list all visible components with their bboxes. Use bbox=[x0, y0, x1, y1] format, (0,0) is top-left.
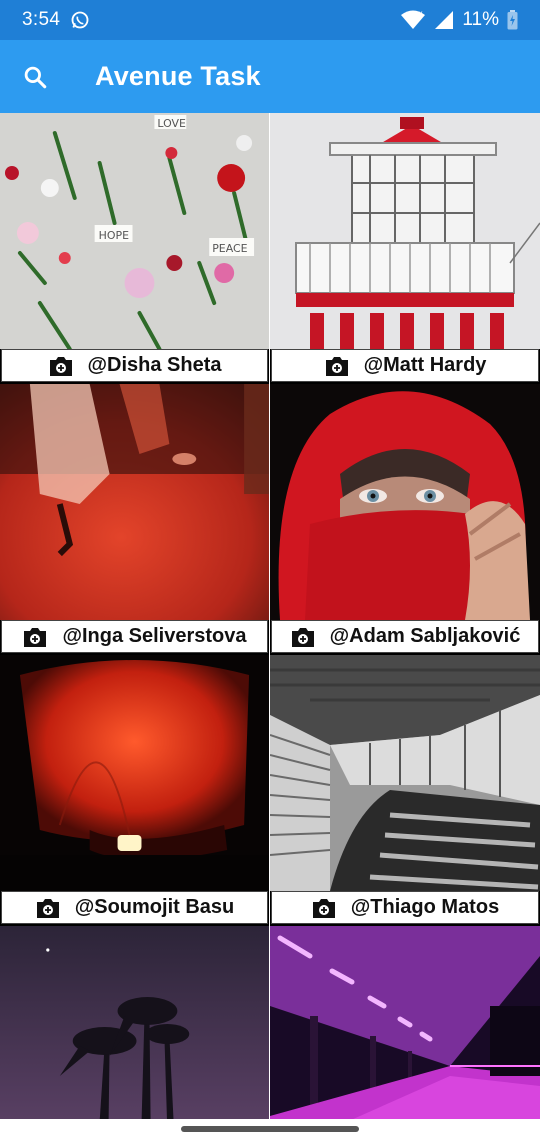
note-hope: HOPE bbox=[99, 229, 129, 242]
whatsapp-icon bbox=[71, 11, 89, 29]
photo-grid[interactable]: LOVE HOPE PEACE @Disha Sheta @Matt Hardy… bbox=[0, 113, 540, 1119]
photo-author: @Matt Hardy bbox=[363, 354, 487, 376]
status-bar: 3:54 x 11% bbox=[0, 0, 540, 40]
photo-author: @Soumojit Basu bbox=[74, 896, 235, 918]
search-icon bbox=[24, 66, 47, 88]
search-button[interactable] bbox=[0, 40, 70, 113]
photo-sky-lantern[interactable] bbox=[0, 655, 269, 891]
photo-caption: @Disha Sheta bbox=[1, 349, 268, 382]
photo-lighthouse[interactable] bbox=[270, 113, 540, 349]
svg-text:x: x bbox=[418, 10, 423, 18]
camera-icon bbox=[325, 356, 348, 376]
photo-caption: @Inga Seliverstova bbox=[1, 620, 268, 653]
photo-card[interactable]: @Thiago Matos bbox=[270, 655, 540, 926]
wifi-icon: x bbox=[401, 10, 426, 29]
photo-author: @Adam Sabljaković bbox=[329, 625, 521, 647]
note-love: LOVE bbox=[157, 117, 186, 130]
photo-caption: @Soumojit Basu bbox=[1, 891, 268, 924]
camera-icon bbox=[36, 898, 59, 918]
app-bar: Avenue Task bbox=[0, 40, 540, 113]
home-gesture-handle[interactable] bbox=[181, 1126, 359, 1132]
signal-icon bbox=[435, 11, 454, 29]
photo-red-scarf[interactable] bbox=[270, 384, 540, 620]
battery-icon bbox=[507, 10, 518, 30]
photo-card[interactable]: LOVE HOPE PEACE @Disha Sheta bbox=[0, 113, 270, 384]
photo-card[interactable]: @Matt Hardy bbox=[270, 113, 540, 384]
status-icons: x 11% bbox=[400, 9, 518, 31]
photo-caption: @Thiago Matos bbox=[271, 891, 539, 924]
camera-icon bbox=[291, 627, 314, 647]
app-title: Avenue Task bbox=[95, 61, 261, 91]
photo-card[interactable] bbox=[0, 926, 270, 1119]
photo-flowers[interactable]: LOVE HOPE PEACE bbox=[0, 113, 269, 349]
photo-red-dancer[interactable] bbox=[0, 384, 269, 620]
note-peace: PEACE bbox=[212, 242, 247, 255]
photo-card[interactable]: @Adam Sabljaković bbox=[270, 384, 540, 655]
photo-card[interactable] bbox=[270, 926, 540, 1119]
photo-author: @Disha Sheta bbox=[87, 354, 222, 376]
camera-icon bbox=[312, 898, 335, 918]
photo-card[interactable]: @Soumojit Basu bbox=[0, 655, 270, 926]
photo-caption: @Adam Sabljaković bbox=[271, 620, 539, 653]
camera-icon bbox=[24, 627, 47, 647]
camera-icon bbox=[49, 356, 72, 376]
status-time: 3:54 bbox=[22, 9, 61, 30]
photo-neon-platform[interactable] bbox=[270, 926, 540, 1119]
photo-author: @Thiago Matos bbox=[350, 896, 500, 918]
photo-author: @Inga Seliverstova bbox=[62, 625, 247, 647]
photo-walkway[interactable] bbox=[270, 655, 540, 891]
photo-card[interactable]: @Inga Seliverstova bbox=[0, 384, 270, 655]
photo-palm-trees[interactable] bbox=[0, 926, 269, 1119]
photo-caption: @Matt Hardy bbox=[271, 349, 539, 382]
battery-percent: 11% bbox=[462, 9, 499, 30]
